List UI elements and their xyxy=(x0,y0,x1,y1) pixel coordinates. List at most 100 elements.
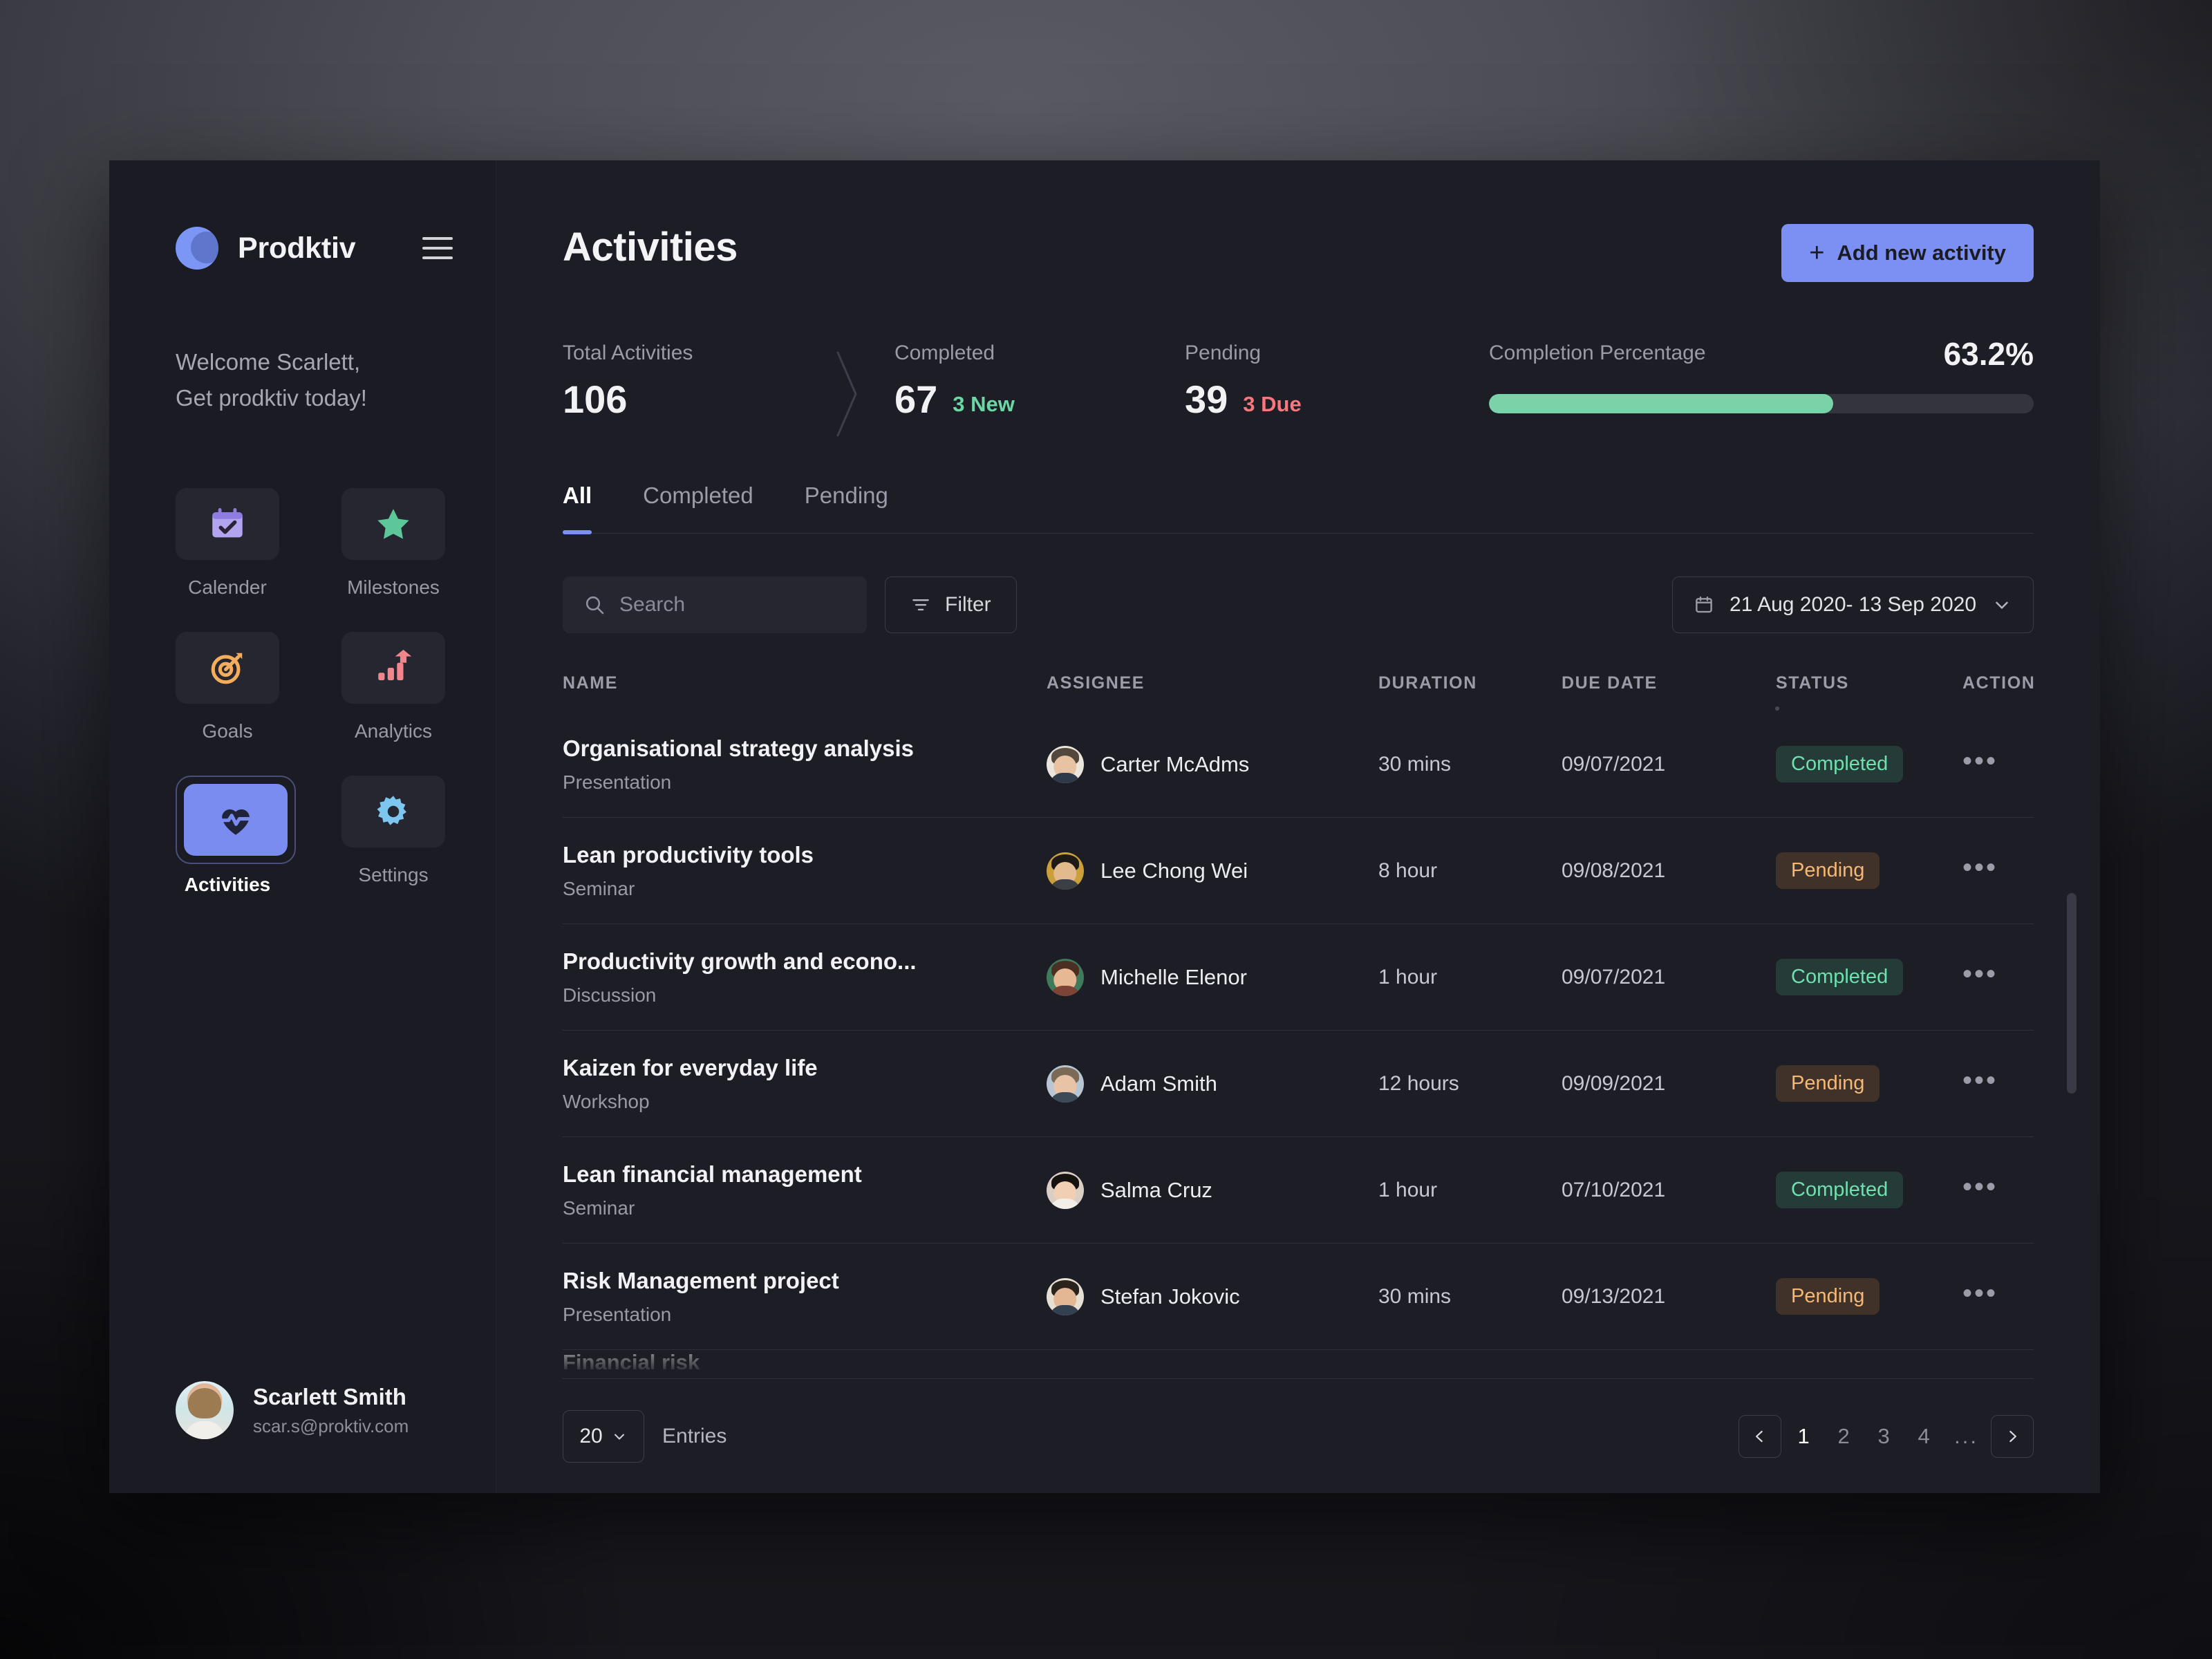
hamburger-icon[interactable] xyxy=(422,237,453,259)
activity-due-date: 09/08/2021 xyxy=(1562,859,1666,882)
activity-duration: 12 hours xyxy=(1378,1071,1459,1095)
activity-type: Presentation xyxy=(563,1303,672,1325)
sidebar-item-label: Settings xyxy=(358,864,429,886)
activity-duration: 1 hour xyxy=(1378,1178,1438,1201)
completion-value: 63.2% xyxy=(1943,336,2034,372)
search-input[interactable] xyxy=(619,593,846,617)
table-header: NAME ASSIGNEE DURATION DUE DATE STATUS A… xyxy=(563,673,2034,711)
bar-chart-icon xyxy=(341,632,445,704)
status-badge: Pending xyxy=(1776,1065,1880,1102)
table-row[interactable]: Kaizen for everyday life Workshop Adam Smi… xyxy=(563,1031,2034,1137)
sidebar-item-label: Milestones xyxy=(347,577,440,599)
table-row[interactable]: Risk Management project Presentation Stefa… xyxy=(563,1244,2034,1350)
activity-due-date: 09/07/2021 xyxy=(1562,752,1666,776)
activity-type: Discussion xyxy=(563,984,657,1006)
pagination-next-button[interactable] xyxy=(1991,1414,2034,1458)
pagination-page-2[interactable]: 2 xyxy=(1826,1415,1862,1458)
tab-bar: All Completed Pending xyxy=(563,482,2034,534)
tab-completed[interactable]: Completed xyxy=(643,482,753,534)
more-horizontal-icon[interactable]: ••• xyxy=(1962,959,1998,989)
avatar xyxy=(1047,1065,1084,1103)
stat-value: 39 xyxy=(1185,377,1228,421)
activity-due-date: 09/13/2021 xyxy=(1562,1284,1666,1308)
table-footer: 20 Entries 1 2 3 4 ... xyxy=(563,1378,2034,1493)
activity-type: Seminar xyxy=(563,877,635,899)
activity-duration: 8 hour xyxy=(1378,859,1438,882)
assignee: Michelle Elenor xyxy=(1047,958,1378,996)
sidebar-item-goals[interactable]: Goals xyxy=(176,632,279,742)
sidebar-item-analytics[interactable]: Analytics xyxy=(341,632,445,742)
assignee-name: Lee Chong Wei xyxy=(1100,858,1248,883)
activity-name: Lean financial management xyxy=(563,1161,862,1187)
status-badge: Completed xyxy=(1776,959,1904,995)
filter-button[interactable]: Filter xyxy=(885,577,1017,633)
activity-due-date: 09/09/2021 xyxy=(1562,1071,1666,1095)
assignee: Salma Cruz xyxy=(1047,1171,1378,1209)
more-horizontal-icon[interactable]: ••• xyxy=(1962,852,1998,883)
date-range-picker[interactable]: 21 Aug 2020- 13 Sep 2020 xyxy=(1672,577,2034,633)
table-row[interactable]: Productivity growth and econo... Discussi… xyxy=(563,924,2034,1031)
calendar-icon xyxy=(1694,594,1714,615)
search-icon xyxy=(583,594,606,616)
column-header-action: ACTION xyxy=(1962,673,2036,693)
column-header-name: NAME xyxy=(563,673,619,693)
activity-type: Workshop xyxy=(563,1090,650,1112)
pagination: 1 2 3 4 ... xyxy=(1738,1414,2034,1458)
tab-pending[interactable]: Pending xyxy=(805,482,888,534)
sidebar-item-settings[interactable]: Settings xyxy=(341,776,445,896)
sidebar-nav: Calender Milestones Goals Analytics Acti… xyxy=(109,416,496,896)
app-window: Prodktiv Welcome Scarlett, Get prodktiv … xyxy=(109,160,2100,1493)
completion-progress-fill xyxy=(1489,393,1834,413)
active-indicator xyxy=(176,776,296,865)
pagination-page-4[interactable]: 4 xyxy=(1906,1415,1942,1458)
stat-sub-new: 3 New xyxy=(953,392,1015,417)
pagination-page-3[interactable]: 3 xyxy=(1866,1415,1902,1458)
more-horizontal-icon[interactable]: ••• xyxy=(1962,746,1998,776)
avatar xyxy=(1047,958,1084,996)
more-horizontal-icon[interactable]: ••• xyxy=(1962,1065,1998,1096)
sidebar: Prodktiv Welcome Scarlett, Get prodktiv … xyxy=(109,160,496,1493)
avatar xyxy=(176,1381,234,1439)
assignee: Lee Chong Wei xyxy=(1047,852,1378,890)
more-horizontal-icon[interactable]: ••• xyxy=(1962,1278,1998,1309)
stat-value: 106 xyxy=(563,377,628,421)
heartbeat-icon xyxy=(184,784,288,856)
tab-all[interactable]: All xyxy=(563,482,592,534)
star-icon xyxy=(341,488,445,561)
page-header: Activities + Add new activity xyxy=(563,224,2034,282)
activities-table: NAME ASSIGNEE DURATION DUE DATE STATUS A… xyxy=(563,673,2034,1389)
activity-name: Kaizen for everyday life xyxy=(563,1054,818,1080)
activity-duration: 1 hour xyxy=(1378,965,1438,988)
sidebar-profile[interactable]: Scarlett Smith scar.s@proktiv.com xyxy=(176,1381,409,1439)
sidebar-item-calender[interactable]: Calender xyxy=(176,488,279,599)
table-row[interactable]: Lean financial management Seminar Salma Cr… xyxy=(563,1137,2034,1244)
sidebar-item-label: Goals xyxy=(202,720,253,742)
brand-name: Prodktiv xyxy=(238,231,356,265)
status-badge: Pending xyxy=(1776,852,1880,889)
sidebar-item-milestones[interactable]: Milestones xyxy=(341,488,445,599)
assignee: Adam Smith xyxy=(1047,1065,1378,1103)
table-row[interactable]: Lean productivity tools Seminar Lee Chong … xyxy=(563,818,2034,924)
pagination-prev-button[interactable] xyxy=(1738,1414,1782,1458)
entries-label: Entries xyxy=(662,1424,727,1447)
search-box[interactable] xyxy=(563,577,867,633)
filter-icon xyxy=(910,594,931,615)
pagination-page-1[interactable]: 1 xyxy=(1785,1415,1821,1458)
vertical-scrollbar[interactable] xyxy=(2067,893,2077,1094)
entries-per-page-select[interactable]: 20 xyxy=(563,1409,644,1463)
profile-name: Scarlett Smith xyxy=(253,1383,406,1409)
column-header-assignee: ASSIGNEE xyxy=(1047,673,1145,693)
stat-value: 67 xyxy=(894,377,938,421)
column-header-due-date: DUE DATE xyxy=(1562,673,1658,693)
add-new-activity-button[interactable]: + Add new activity xyxy=(1781,224,2034,282)
table-row[interactable]: Organisational strategy analysis Presenta… xyxy=(563,711,2034,818)
date-range-label: 21 Aug 2020- 13 Sep 2020 xyxy=(1730,593,1976,616)
activity-type: Seminar xyxy=(563,1197,635,1219)
more-horizontal-icon[interactable]: ••• xyxy=(1962,1172,1998,1202)
stat-label: Total Activities xyxy=(563,341,693,364)
avatar xyxy=(1047,1171,1084,1209)
completion-progress-bar xyxy=(1489,393,2034,413)
sidebar-item-label: Activities xyxy=(184,874,271,896)
assignee-name: Stefan Jokovic xyxy=(1100,1284,1240,1309)
sidebar-item-activities[interactable]: Activities xyxy=(176,776,296,896)
